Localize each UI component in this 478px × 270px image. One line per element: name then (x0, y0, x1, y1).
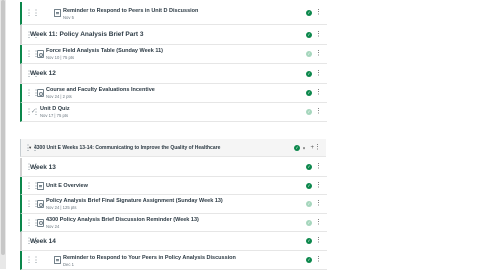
module-item[interactable]: ⋮⋮ 4300 Policy Analysis Brief Discussion… (20, 214, 327, 232)
kebab-menu-icon[interactable]: ⋮ (314, 144, 321, 151)
published-check-icon[interactable]: ✓ (306, 109, 312, 115)
quiz-icon (31, 108, 36, 115)
module-item[interactable]: ⋮⋮ Force Field Analysis Table (Sunday We… (20, 45, 327, 64)
kebab-menu-icon[interactable]: ⋮ (315, 108, 322, 115)
text-subheader[interactable]: ⋮⋮ Week 13 ✓ ⋮ (20, 158, 327, 177)
kebab-menu-icon[interactable]: ⋮ (315, 31, 322, 38)
subheader-title: Week 14 (30, 238, 56, 245)
item-title[interactable]: Unit D Quiz (40, 106, 70, 112)
published-check-icon[interactable]: ✓ (306, 51, 312, 57)
item-title[interactable]: Reminder to Respond to Peers in Unit D D… (63, 8, 198, 14)
drag-handle-icon[interactable]: ⋮⋮ (25, 9, 40, 18)
collapse-caret-icon[interactable]: ▾ (29, 145, 31, 151)
assignment-icon (37, 89, 44, 97)
published-check-icon[interactable]: ✓ (306, 201, 312, 207)
item-title[interactable]: Course and Faculty Evaluations Incentive (46, 87, 155, 93)
drag-handle-icon[interactable]: ⋮⋮ (25, 256, 40, 265)
item-title[interactable]: 4300 Policy Analysis Brief Discussion Re… (46, 217, 199, 223)
page-icon (37, 181, 44, 190)
subheader-title: Week 13 (30, 164, 56, 171)
module-item[interactable]: ⋮⋮ Reminder to Respond to Your Peers in … (20, 251, 327, 270)
item-meta: Nov 24 | 125 pts (46, 205, 77, 210)
item-title[interactable]: Force Field Analysis Table (Sunday Week … (46, 48, 163, 54)
assignment-icon (37, 218, 44, 227)
item-meta: Nov 24 (46, 224, 60, 229)
item-title[interactable]: Unit E Overview (46, 183, 88, 189)
item-title[interactable]: Policy Analysis Brief Final Signature As… (46, 198, 223, 204)
item-meta: Nov 5 (63, 15, 74, 20)
module-title: 4300 Unit E Weeks 13-14: Communicating t… (34, 145, 221, 151)
item-title[interactable]: Reminder to Respond to Your Peers in Pol… (63, 255, 236, 261)
subheader-title: Week 11: Policy Analysis Brief Part 3 (30, 31, 144, 38)
module-item[interactable]: ⋮⋮ Course and Faculty Evaluations Incent… (20, 84, 327, 103)
subheader-title: Week 12 (30, 70, 56, 77)
scrollbar[interactable] (0, 0, 6, 269)
kebab-menu-icon[interactable]: ⋮ (315, 237, 322, 244)
page-icon (54, 9, 61, 17)
kebab-menu-icon[interactable]: ⋮ (315, 200, 322, 207)
kebab-menu-icon[interactable]: ⋮ (315, 256, 322, 263)
chevron-down-icon[interactable]: ▾ (303, 145, 305, 150)
text-subheader[interactable]: ⋮⋮ Week 14 ✓ ⋮ (20, 232, 327, 251)
published-check-icon[interactable]: ✓ (306, 164, 312, 170)
item-meta: Nov 17 | 75 pts (40, 113, 69, 118)
page-icon (54, 256, 61, 264)
published-check-icon[interactable]: ✓ (306, 257, 312, 263)
kebab-menu-icon[interactable]: ⋮ (315, 182, 322, 189)
text-subheader[interactable]: ⋮⋮ Week 11: Policy Analysis Brief Part 3… (20, 25, 327, 45)
published-check-icon[interactable]: ✓ (306, 238, 312, 244)
module-header[interactable]: ⋮⋮ ▾ 4300 Unit E Weeks 13-14: Communicat… (20, 139, 326, 157)
module-item[interactable]: ⋮⋮ Reminder to Respond to Peers in Unit … (20, 2, 327, 25)
item-meta: Nov 10 | 75 pts (46, 55, 75, 60)
assignment-icon (37, 200, 44, 208)
published-check-icon[interactable]: ✓ (306, 31, 312, 38)
kebab-menu-icon[interactable]: ⋮ (315, 163, 322, 170)
published-check-icon[interactable]: ✓ (306, 90, 312, 96)
published-check-icon[interactable]: ✓ (306, 182, 312, 189)
kebab-menu-icon[interactable]: ⋮ (315, 89, 322, 96)
module-item[interactable]: ⋮⋮ Policy Analysis Brief Final Signature… (20, 195, 327, 214)
kebab-menu-icon[interactable]: ⋮ (315, 50, 322, 57)
item-meta: Dec 1 (63, 262, 74, 267)
published-check-icon[interactable]: ✓ (294, 144, 300, 151)
scroll-thumb[interactable] (1, 0, 5, 255)
published-check-icon[interactable]: ✓ (306, 10, 312, 16)
kebab-menu-icon[interactable]: ⋮ (315, 9, 322, 16)
module-item[interactable]: ⋮⋮ Unit D Quiz Nov 17 | 75 pts ✓ ⋮ (20, 103, 327, 122)
assignment-icon (37, 50, 44, 58)
item-meta: Nov 24 | 2 pts (46, 94, 72, 99)
kebab-menu-icon[interactable]: ⋮ (315, 219, 322, 226)
kebab-menu-icon[interactable]: ⋮ (315, 70, 322, 77)
published-check-icon[interactable]: ✓ (306, 70, 312, 77)
module-item[interactable]: ⋮⋮ Unit E Overview ✓ ⋮ (20, 177, 327, 195)
published-check-icon[interactable]: ✓ (306, 219, 312, 226)
text-subheader[interactable]: ⋮⋮ Week 12 ✓ ⋮ (20, 64, 327, 84)
